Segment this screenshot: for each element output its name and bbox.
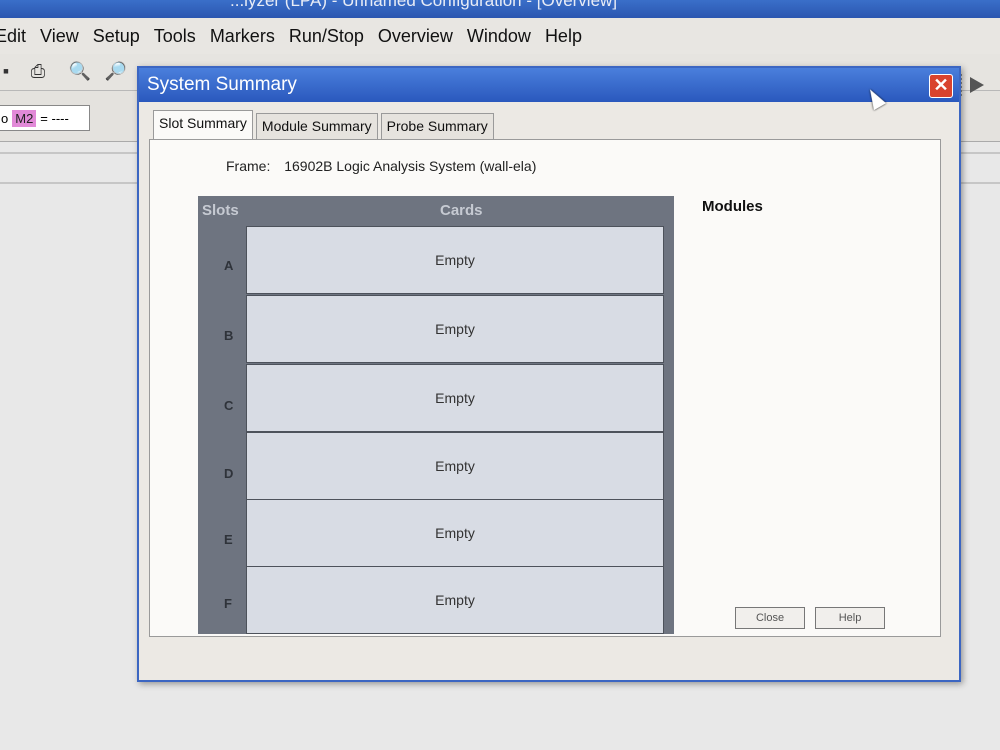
marker-field[interactable]: o M2 = ----	[0, 105, 90, 131]
app-titlebar: ...lyzer (LPA) - Unnamed Configuration -…	[0, 0, 1000, 18]
modules-header: Modules	[702, 198, 763, 215]
menu-tools[interactable]: Tools	[147, 26, 203, 47]
menu-run-stop[interactable]: Run/Stop	[282, 26, 371, 47]
menu-markers[interactable]: Markers	[203, 26, 282, 47]
slot-letter: E	[224, 532, 233, 547]
slot-card[interactable]: Empty	[246, 364, 664, 432]
dialog-title: System Summary	[147, 74, 297, 95]
slot-card[interactable]: Empty	[246, 566, 664, 634]
menu-help[interactable]: Help	[538, 26, 589, 47]
menu-window[interactable]: Window	[460, 26, 538, 47]
slot-letter: F	[224, 596, 232, 611]
slot-letter: A	[224, 258, 234, 273]
close-button[interactable]: Close	[735, 607, 805, 629]
tab-module-summary[interactable]: Module Summary	[255, 113, 378, 141]
slot-letter: B	[224, 328, 234, 343]
find-next-icon[interactable]: 🔎	[104, 60, 128, 82]
slot-letter: C	[224, 398, 234, 413]
slot-summary-panel: Frame: 16902B Logic Analysis System (wal…	[149, 139, 941, 637]
frame-info: Frame: 16902B Logic Analysis System (wal…	[226, 158, 536, 174]
print-icon[interactable]: ⎙	[26, 60, 50, 82]
close-icon[interactable]: ✕	[929, 74, 953, 98]
save-icon[interactable]: ▪	[0, 60, 18, 82]
marker-prefix-icon: o	[1, 110, 9, 126]
menubar: Edit View Setup Tools Markers Run/Stop O…	[0, 18, 1000, 54]
menu-view[interactable]: View	[33, 26, 86, 47]
run-controls	[960, 72, 1000, 98]
slot-card[interactable]: Empty	[246, 499, 664, 567]
find-icon[interactable]: 🔍	[68, 60, 92, 82]
cards-header: Cards	[440, 202, 483, 219]
frame-label: Frame:	[226, 158, 271, 174]
menu-overview[interactable]: Overview	[371, 26, 460, 47]
tab-probe-summary[interactable]: Probe Summary	[380, 113, 494, 141]
help-button[interactable]: Help	[815, 607, 885, 629]
run-icon[interactable]	[970, 77, 984, 93]
slots-grid: Slots Cards A Empty B Empty C Empty D Em…	[198, 196, 674, 634]
slots-header: Slots	[202, 202, 239, 219]
menu-setup[interactable]: Setup	[86, 26, 147, 47]
marker-value: = ----	[40, 110, 69, 126]
slot-card[interactable]: Empty	[246, 432, 664, 500]
marker-tag: M2	[12, 109, 37, 127]
tab-slot-summary[interactable]: Slot Summary	[153, 110, 253, 141]
menu-edit[interactable]: Edit	[0, 26, 33, 47]
dialog-titlebar[interactable]: System Summary	[139, 68, 959, 102]
slot-card[interactable]: Empty	[246, 226, 664, 294]
slot-letter: D	[224, 466, 234, 481]
app-title: ...lyzer (LPA) - Unnamed Configuration -…	[230, 0, 618, 10]
frame-value: 16902B Logic Analysis System (wall-ela)	[284, 158, 537, 174]
slot-card[interactable]: Empty	[246, 295, 664, 363]
dialog-tabs: Slot Summary Module Summary Probe Summar…	[153, 110, 497, 141]
system-summary-dialog: System Summary ✕ Slot Summary Module Sum…	[137, 66, 961, 682]
